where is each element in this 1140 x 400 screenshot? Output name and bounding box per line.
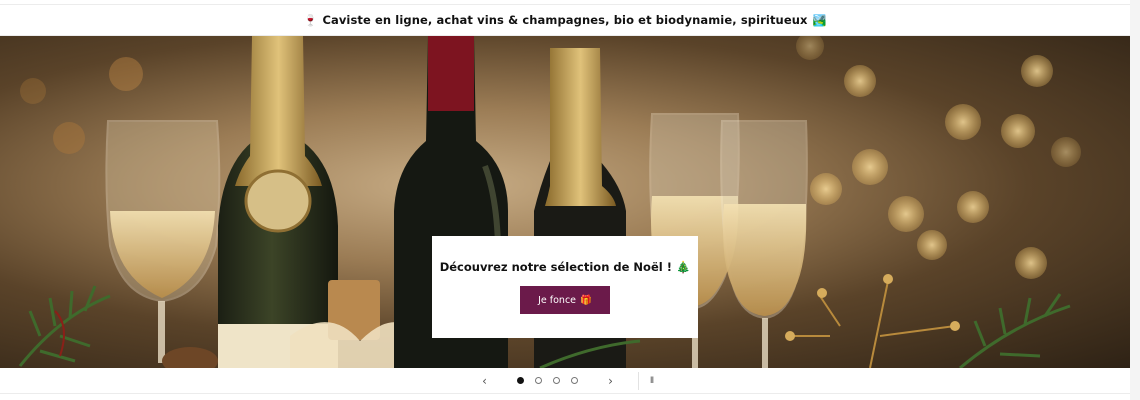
gift-icon: 🎁 [580, 294, 592, 306]
slide-dot-4[interactable] [571, 377, 578, 384]
pause-button[interactable]: II [639, 376, 665, 386]
promo-title: Découvrez notre sélection de Noël ! 🎄 [439, 260, 691, 274]
slide-dot-2[interactable] [535, 377, 542, 384]
slide-dot-1[interactable] [517, 377, 524, 384]
wine-glass-icon: 🍷 [303, 13, 318, 27]
button-label: Je fonce [538, 294, 577, 306]
hero-banner: Découvrez notre sélection de Noël ! 🎄 Je… [0, 36, 1130, 368]
slider-controls: ‹ › II [0, 368, 1130, 394]
christmas-tree-icon: 🎄 [675, 260, 691, 274]
previous-slide-button[interactable]: ‹ [466, 374, 504, 388]
next-slide-button[interactable]: › [592, 374, 630, 388]
announcement-bar: 🍷 Caviste en ligne, achat vins & champag… [0, 4, 1130, 36]
announcement-text[interactable]: Caviste en ligne, achat vins & champagne… [322, 13, 807, 27]
slide-dot-3[interactable] [553, 377, 560, 384]
slide-dots [512, 377, 584, 384]
scrollbar[interactable] [1130, 0, 1140, 400]
picture-icon: 🏞️ [812, 13, 827, 27]
je-fonce-button[interactable]: Je fonce 🎁 [520, 286, 610, 314]
promo-card: Découvrez notre sélection de Noël ! 🎄 Je… [432, 236, 698, 338]
